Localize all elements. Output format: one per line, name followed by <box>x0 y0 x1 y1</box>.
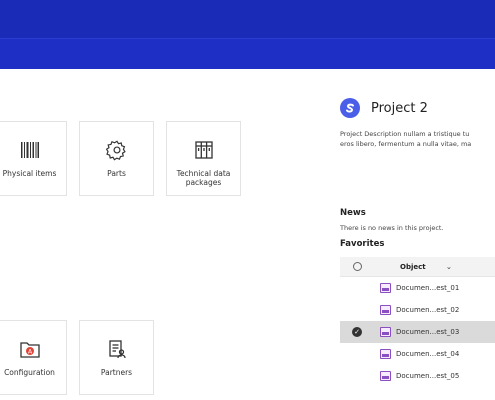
barcode-icon <box>20 139 40 161</box>
project-title: Project 2 <box>371 100 428 116</box>
sub-header-bar <box>0 38 495 69</box>
document-icon <box>379 305 391 315</box>
gear-icon <box>105 139 128 161</box>
partners-icon <box>107 338 127 360</box>
favorites-table-header: Object ⌄ <box>340 257 495 277</box>
document-icon <box>379 327 391 337</box>
news-empty-text: There is no news in this project. <box>340 224 444 232</box>
table-row[interactable]: Documen...est_01 <box>340 277 495 299</box>
column-header-object[interactable]: Object <box>400 263 426 271</box>
document-icon <box>379 349 391 359</box>
tile-label: Physical items <box>2 169 57 178</box>
project-header: Project 2 <box>340 98 428 118</box>
row-object-name[interactable]: Documen...est_04 <box>396 350 495 358</box>
document-icon <box>379 371 391 381</box>
news-heading: News <box>340 208 366 218</box>
tile-label: Parts <box>107 169 126 178</box>
favorites-heading: Favorites <box>340 239 385 249</box>
favorites-table: Object ⌄ Documen...est_01 Documen...est_… <box>340 257 495 387</box>
top-app-bar <box>0 0 495 38</box>
checkmark-icon[interactable]: ✓ <box>352 327 362 337</box>
tile-label: Technical data packages <box>176 169 231 187</box>
table-row[interactable]: Documen...est_04 <box>340 343 495 365</box>
table-row[interactable]: Documen...est_02 <box>340 299 495 321</box>
tile-configuration[interactable]: A Configuration <box>0 320 67 395</box>
row-object-name[interactable]: Documen...est_01 <box>396 284 495 292</box>
select-all-radio[interactable] <box>352 262 362 271</box>
tile-label: Partners <box>100 368 133 377</box>
tile-partners[interactable]: Partners <box>79 320 154 395</box>
folder-config-icon: A <box>19 338 41 360</box>
row-object-name[interactable]: Documen...est_02 <box>396 306 495 314</box>
row-object-name[interactable]: Documen...est_03 <box>396 328 495 336</box>
project-logo-icon <box>340 98 360 118</box>
table-row[interactable]: Documen...est_05 <box>340 365 495 387</box>
project-description-line: Project Description nullam a tristique t… <box>340 130 470 138</box>
project-description: Project Description nullam a tristique t… <box>340 129 495 149</box>
tile-technical-data-packages[interactable]: Technical data packages <box>166 121 241 196</box>
tile-label: Configuration <box>4 368 55 377</box>
tile-parts[interactable]: Parts <box>79 121 154 196</box>
row-object-name[interactable]: Documen...est_05 <box>396 372 495 380</box>
document-icon <box>379 283 391 293</box>
tile-physical-items[interactable]: Physical items <box>0 121 67 196</box>
archive-icon <box>194 139 214 161</box>
table-row[interactable]: ✓ Documen...est_03 <box>340 321 495 343</box>
project-description-line: eros libero, fermentum a nulla vitae, ma <box>340 140 472 148</box>
chevron-down-icon[interactable]: ⌄ <box>446 263 452 271</box>
